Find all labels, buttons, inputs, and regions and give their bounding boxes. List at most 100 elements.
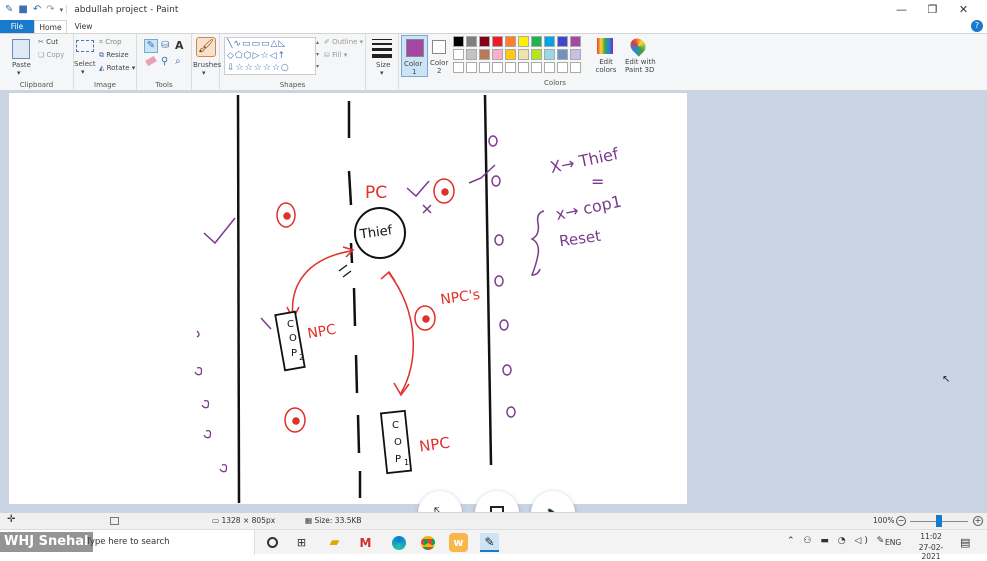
tab-file[interactable]: File bbox=[0, 20, 34, 33]
color1-button[interactable]: Color 1 bbox=[401, 35, 428, 77]
customize-dropdown-icon[interactable]: ▾ bbox=[60, 6, 64, 14]
left-side-marks bbox=[194, 330, 228, 473]
palette-swatch[interactable] bbox=[479, 62, 490, 73]
edit-with-paint3d-button[interactable]: Edit with Paint 3D bbox=[622, 35, 656, 79]
notifications-icon[interactable]: ▤ bbox=[960, 536, 970, 549]
color-picker-icon[interactable]: ⚲ bbox=[161, 56, 168, 67]
cortana-icon[interactable] bbox=[263, 533, 282, 552]
shapes-gallery[interactable]: ╲∿▭▭▭△◺ ◇⬠⬡▷☆◁↑ ⇩☆☆☆☆☆○ bbox=[224, 37, 316, 75]
zoom-out-button[interactable]: − bbox=[896, 516, 906, 526]
eraser-icon[interactable] bbox=[145, 55, 157, 67]
palette-swatch[interactable] bbox=[544, 62, 555, 73]
task-view-icon[interactable]: ⊞ bbox=[292, 533, 311, 552]
palette-swatch[interactable] bbox=[570, 62, 581, 73]
magnifier-icon[interactable]: ⌕ bbox=[175, 56, 181, 67]
select-dropdown-icon[interactable]: ▾ bbox=[81, 68, 85, 76]
disk-icon: ▦ bbox=[305, 516, 313, 525]
chrome-icon[interactable] bbox=[418, 533, 437, 552]
canvas-area[interactable]: Thief C O P 2 C O P 1 PC NPC's NPC NPC X… bbox=[0, 91, 987, 512]
mcafee-icon[interactable]: M bbox=[356, 533, 375, 552]
palette-swatch[interactable] bbox=[492, 62, 503, 73]
rotate-button[interactable]: ◭ Rotate ▾ bbox=[99, 64, 135, 72]
clock[interactable]: 11:02 27-02-2021 bbox=[914, 532, 948, 561]
palette-swatch[interactable] bbox=[492, 36, 503, 47]
outline-button[interactable]: ✐ Outline ▾ bbox=[324, 38, 363, 46]
save-icon[interactable]: ■ bbox=[18, 5, 27, 15]
palette-swatch[interactable] bbox=[557, 49, 568, 60]
tab-home[interactable]: Home bbox=[34, 20, 67, 33]
fill-button[interactable]: ⛁ Fill ▾ bbox=[324, 51, 347, 59]
redo-icon[interactable]: ↷ bbox=[46, 5, 54, 15]
paste-icon[interactable] bbox=[12, 39, 30, 59]
paste-dropdown-icon[interactable]: ▾ bbox=[17, 69, 21, 77]
minimize-button[interactable]: — bbox=[886, 2, 917, 18]
palette-swatch[interactable] bbox=[557, 36, 568, 47]
tab-view[interactable]: View bbox=[67, 20, 100, 33]
language-indicator[interactable]: ENG bbox=[885, 538, 901, 547]
palette-swatch[interactable] bbox=[518, 49, 529, 60]
palette-swatch[interactable] bbox=[518, 62, 529, 73]
scissors-icon: ✂ bbox=[38, 38, 44, 46]
size-icon[interactable] bbox=[372, 39, 392, 58]
palette-swatch[interactable] bbox=[505, 36, 516, 47]
palette-swatch[interactable] bbox=[544, 36, 555, 47]
palette-swatch[interactable] bbox=[453, 62, 464, 73]
size-dropdown-icon[interactable]: ▾ bbox=[380, 69, 384, 77]
select-icon[interactable] bbox=[76, 40, 94, 52]
pencil-icon[interactable]: ✎ bbox=[144, 39, 158, 53]
palette-swatch[interactable] bbox=[453, 36, 464, 47]
palette-swatch[interactable] bbox=[531, 36, 542, 47]
paste-button[interactable]: Paste bbox=[12, 61, 31, 69]
palette-swatch[interactable] bbox=[557, 62, 568, 73]
edge-icon[interactable] bbox=[389, 533, 408, 552]
palette-swatch[interactable] bbox=[570, 36, 581, 47]
drawing-canvas[interactable]: Thief C O P 2 C O P 1 PC NPC's NPC NPC X… bbox=[9, 93, 687, 504]
crop-button[interactable]: ⌗ Crop bbox=[99, 38, 122, 47]
zoom-in-button[interactable]: + bbox=[973, 516, 983, 526]
paint-taskbar-icon[interactable]: ✎ bbox=[480, 533, 499, 552]
image-size-icon: ▭ bbox=[212, 516, 220, 525]
text-tool-icon[interactable]: A bbox=[175, 39, 184, 52]
palette-swatch[interactable] bbox=[531, 62, 542, 73]
file-explorer-icon[interactable]: ▰ bbox=[325, 533, 344, 552]
zoom-slider-thumb[interactable] bbox=[936, 515, 942, 527]
palette-swatch[interactable] bbox=[505, 49, 516, 60]
size-button[interactable]: Size bbox=[376, 61, 390, 69]
brushes-dropdown-icon[interactable]: ▾ bbox=[202, 69, 206, 77]
palette-swatch[interactable] bbox=[453, 49, 464, 60]
paint-app-icon[interactable]: ✎ bbox=[5, 5, 13, 15]
brushes-button[interactable]: Brushes bbox=[193, 61, 221, 69]
palette-swatch[interactable] bbox=[479, 36, 490, 47]
watermark-overlay: WHJ Snehal bbox=[0, 532, 93, 552]
copy-label: Copy bbox=[46, 51, 65, 59]
fill-bucket-icon[interactable]: ⛁ bbox=[161, 40, 169, 51]
shapes-scroll[interactable]: ▴ ▾ ▾ bbox=[316, 37, 322, 75]
palette-swatch[interactable] bbox=[570, 49, 581, 60]
system-tray-icons[interactable]: ⌃ ⚇ ▬ ◔ ◁) ✎ bbox=[787, 536, 887, 546]
copy-button[interactable]: ❏ Copy bbox=[38, 51, 64, 59]
palette-swatch[interactable] bbox=[492, 49, 503, 60]
brush-icon[interactable]: 🖌 bbox=[196, 37, 216, 57]
palette-swatch[interactable] bbox=[518, 36, 529, 47]
edit-colors-button[interactable]: Edit colors bbox=[594, 37, 616, 79]
resize-button[interactable]: ⧉ Resize bbox=[99, 51, 129, 60]
color1-number: 1 bbox=[412, 68, 417, 76]
maximize-button[interactable]: ❐ bbox=[917, 2, 948, 18]
clock-time: 11:02 bbox=[920, 532, 942, 541]
cut-button[interactable]: ✂ Cut bbox=[38, 38, 58, 46]
palette-swatch[interactable] bbox=[466, 62, 477, 73]
select-button[interactable]: Select bbox=[74, 60, 96, 68]
palette-swatch[interactable] bbox=[544, 49, 555, 60]
palette-swatch[interactable] bbox=[531, 49, 542, 60]
palette-swatch[interactable] bbox=[505, 62, 516, 73]
color2-button[interactable]: Color 2 bbox=[428, 35, 453, 77]
note-brace bbox=[530, 210, 545, 276]
help-icon[interactable]: ? bbox=[971, 20, 983, 32]
note-equals: = bbox=[591, 172, 604, 191]
close-button[interactable]: ✕ bbox=[948, 2, 979, 18]
palette-swatch[interactable] bbox=[466, 49, 477, 60]
palette-swatch[interactable] bbox=[479, 49, 490, 60]
whitehat-app-icon[interactable]: w bbox=[449, 533, 468, 552]
palette-swatch[interactable] bbox=[466, 36, 477, 47]
undo-icon[interactable]: ↶ bbox=[33, 5, 41, 15]
